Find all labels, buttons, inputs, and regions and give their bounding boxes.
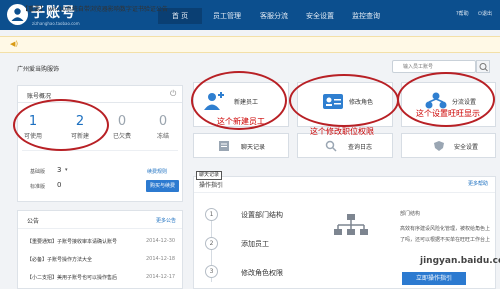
query-log-label: 查询日志 [348, 144, 373, 151]
step-number: 1 [205, 208, 218, 221]
renewal-rules-link[interactable]: 续费规则 [147, 168, 167, 175]
step-number: 3 [205, 265, 218, 278]
org-structure-icon [333, 213, 369, 245]
basic-version-label: 基础版 [30, 169, 46, 175]
account-overview-title: 账号概况 [27, 93, 52, 100]
standard-version-value: 0 [57, 181, 62, 189]
watermark-text: jingyan.baidu.com [420, 256, 500, 266]
chat-records-tag: 聊天记录 [196, 171, 223, 180]
annotation-modify-role: 这个修改职位权限 [310, 127, 374, 136]
announcement-date: 2014-12-18 [146, 256, 176, 262]
divider [194, 192, 495, 193]
chat-icon [218, 140, 230, 154]
nav-customer-service-split[interactable]: 客服分流 [252, 8, 296, 24]
more-help-link[interactable]: 更多帮助 [468, 180, 488, 187]
guide-side-title: 部门结构 [400, 211, 421, 217]
notice-text[interactable]: 【重要】 win10系统自带浏览器影响数字证书验证公告 [22, 4, 168, 13]
shield-icon [433, 140, 445, 154]
guide-side-text: 高效有序建设风险化管理，被权给角色上 [400, 226, 491, 232]
standard-version-label: 标准版 [30, 184, 46, 190]
divider [18, 228, 182, 229]
stat-overdue-label: 已欠费 [112, 133, 131, 140]
announcement-item[interactable]: 【必备】子账号操作方法大全 [27, 256, 92, 263]
search-icon [479, 63, 488, 72]
guide-operate-button[interactable]: 立即操作指引 [402, 272, 466, 285]
speaker-icon: ◀) [10, 40, 19, 48]
step-label[interactable]: 添加员工 [241, 239, 269, 249]
brand-subtitle: zizhanghao.taobao.com [32, 21, 80, 26]
stat-overdue-count: 0 [117, 114, 127, 129]
search-button[interactable] [476, 60, 490, 73]
chevron-down-icon[interactable]: ▾ [65, 167, 68, 173]
power-icon[interactable]: ⏻ [170, 89, 176, 99]
annotation-circle-modify-role [289, 74, 399, 127]
more-announcements-link[interactable]: 更多公告 [156, 217, 176, 224]
log-icon [325, 140, 337, 154]
operation-guide-title: 操作指引 [199, 182, 224, 189]
annotation-new-employee: 这个新建员工 [217, 117, 265, 126]
announcement-item[interactable]: 【小二支招】美用子账号也可以操作售后 [27, 274, 117, 281]
nav-monitoring[interactable]: 监控查询 [344, 8, 388, 24]
basic-version-value: 3 [57, 166, 62, 174]
exit-link[interactable]: ⏻退出 [478, 10, 492, 17]
announcement-date: 2014-12-30 [146, 238, 176, 244]
chat-records-label: 聊天记录 [241, 144, 266, 151]
page-heading: 广州爱当购服饰 [17, 66, 60, 73]
security-settings-button[interactable] [401, 133, 496, 158]
announcement-title: 公告 [27, 218, 40, 225]
security-settings-label: 安全设置 [454, 144, 479, 151]
step-label[interactable]: 修改角色权限 [241, 268, 283, 278]
divider [22, 150, 178, 151]
annotation-circle-stats [13, 99, 109, 151]
step-label[interactable]: 设置部门结构 [241, 210, 283, 220]
guide-side-text: 了吗，还可以根据不买单在旺旺工作台上 [400, 237, 491, 243]
stat-frozen-count: 0 [158, 114, 168, 129]
annotation-split: 这个设置旺旺显示 [416, 109, 480, 118]
announcement-item[interactable]: 【重要通知】子账号接收审本请确认账号 [27, 238, 117, 245]
buy-renew-button[interactable]: 购买与续费 [146, 180, 179, 192]
nav-security-settings[interactable]: 安全设置 [298, 8, 342, 24]
announcement-date: 2014-12-17 [146, 274, 176, 280]
stat-frozen-label: 冻结 [156, 133, 169, 140]
nav-employee-management[interactable]: 员工管理 [205, 8, 249, 24]
help-link[interactable]: ?帮助 [456, 10, 469, 17]
search-input[interactable] [392, 60, 476, 73]
notice-bar [0, 36, 500, 53]
step-number: 2 [205, 237, 218, 250]
